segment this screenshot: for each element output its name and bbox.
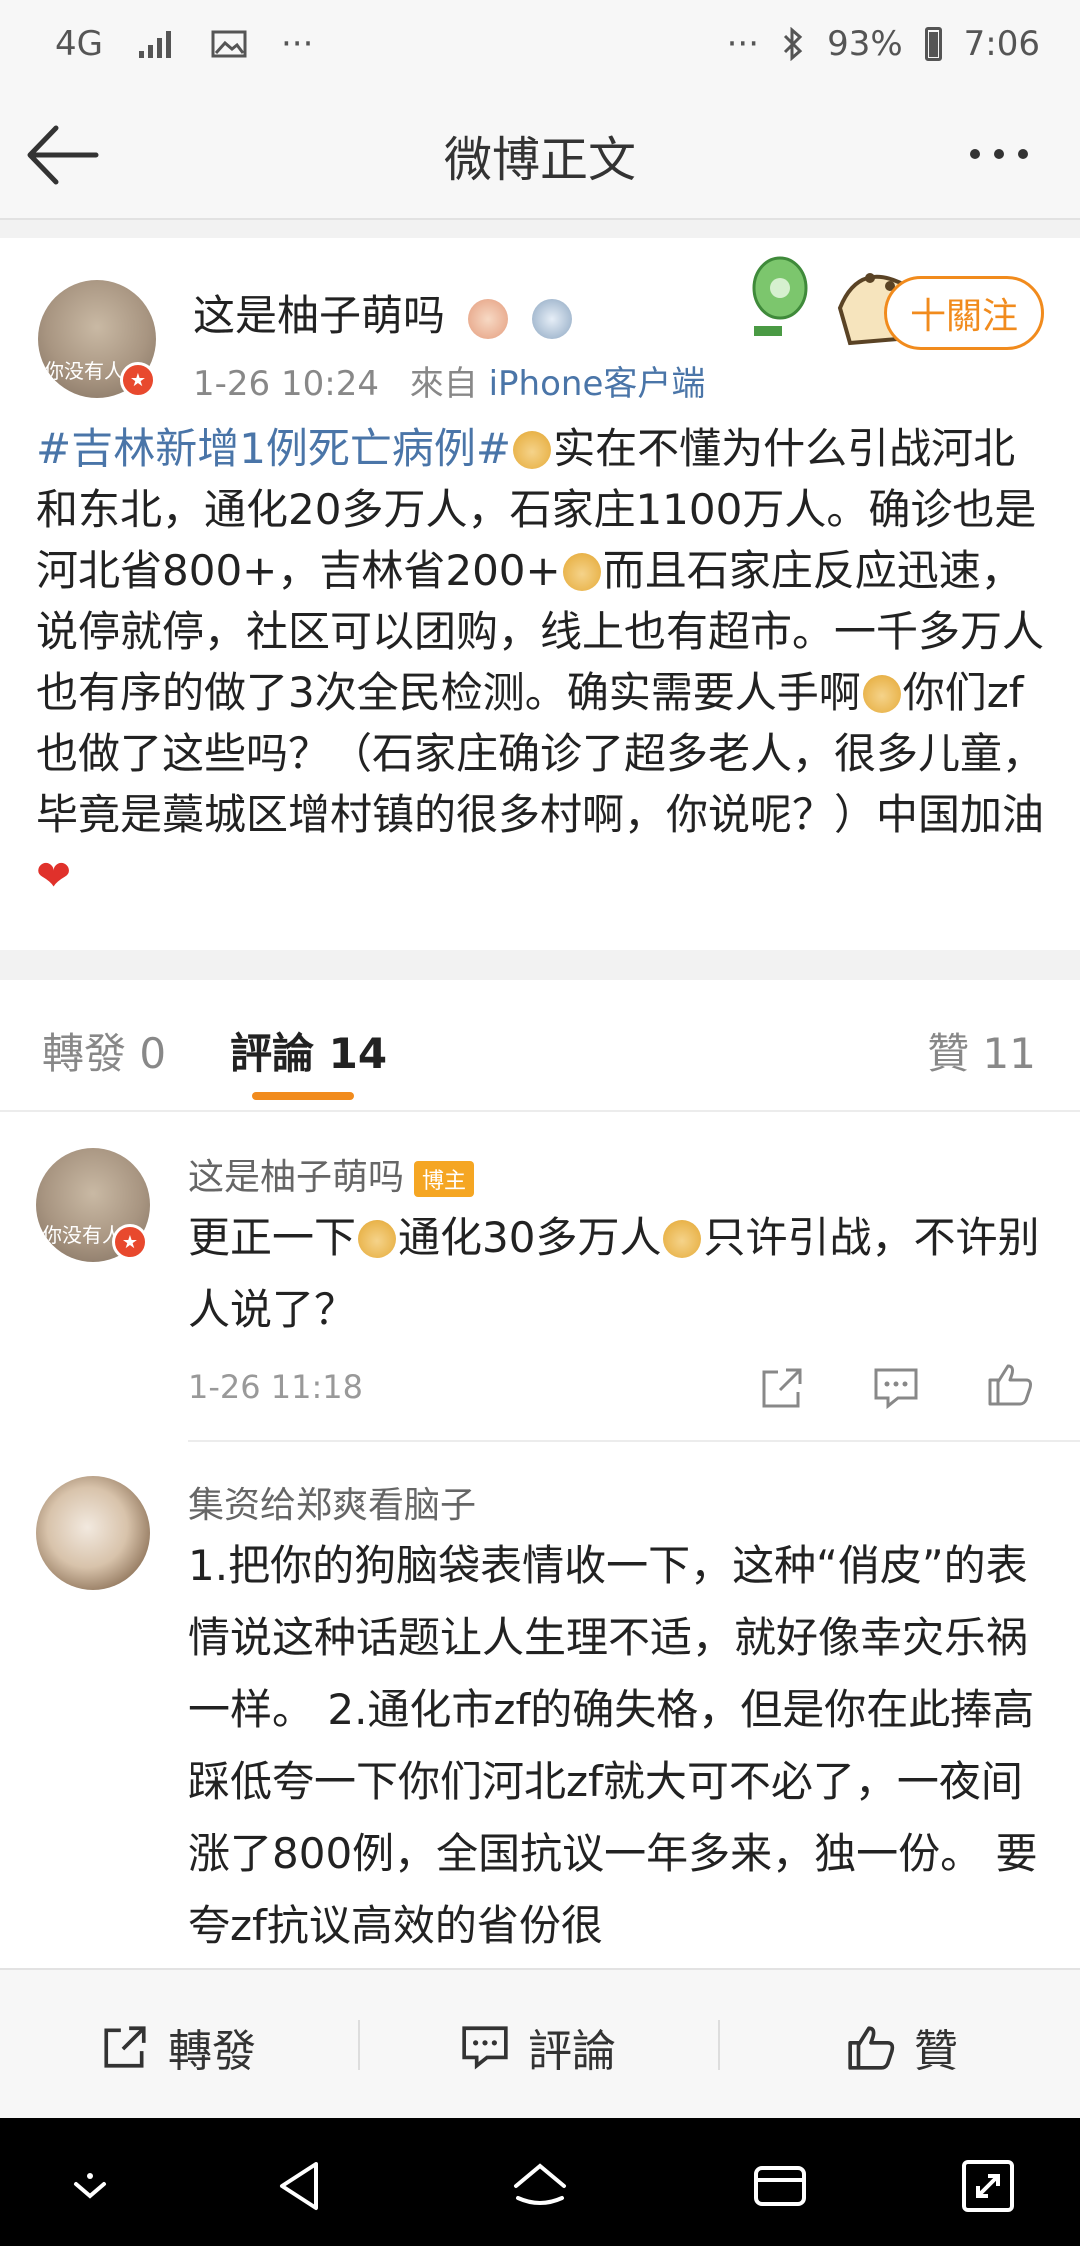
interaction-tabs: 轉發 0 評論 14 贊 11	[0, 980, 1080, 1112]
heart-icon: ❤	[36, 851, 72, 900]
battery-percent: 93%	[827, 24, 903, 64]
comment-text: 更正一下 通化30多万人 只许引战，不许别人说了？	[188, 1202, 1058, 1346]
status-bar: 4G ··· ··· 93% 7:06	[0, 0, 1080, 90]
doge-emoji-icon	[562, 553, 601, 591]
action-divider	[358, 2020, 360, 2070]
commenter-avatar[interactable]	[36, 1476, 150, 1590]
action-divider	[718, 2020, 720, 2070]
tab-like[interactable]: 贊 11	[927, 1020, 1036, 1081]
doge-emoji-icon	[663, 1220, 702, 1258]
source-link[interactable]: iPhone客户端	[489, 364, 706, 404]
repost-label: 轉發	[168, 2026, 256, 2077]
home-icon[interactable]	[510, 2156, 570, 2216]
comment-text-part: 通化30多万人	[398, 1213, 662, 1262]
follow-button[interactable]: 十關注	[884, 276, 1044, 350]
avatar-caption: 你没有人	[44, 359, 124, 383]
system-navigation-bar	[0, 2118, 1080, 2246]
image-icon	[211, 30, 247, 58]
battery-icon	[924, 27, 942, 61]
back-triangle-icon[interactable]	[270, 2156, 330, 2216]
chevron-down-icon[interactable]	[60, 2156, 120, 2216]
hashtag-link[interactable]: #吉林新增1例死亡病例#	[36, 424, 511, 473]
bottom-action-bar: 轉發 評論 贊	[0, 1968, 1080, 2120]
commenter-name[interactable]: 这是柚子萌吗 博主	[188, 1148, 475, 1200]
more-status-icon: ···	[726, 24, 760, 64]
network-indicator: 4G	[55, 24, 103, 64]
repost-button[interactable]: 轉發	[100, 2015, 256, 2079]
pig-emoji-icon	[468, 298, 509, 339]
comment-label: 評論	[528, 2026, 616, 2077]
comment-button[interactable]: 評論	[460, 2015, 616, 2079]
doge-emoji-icon	[358, 1220, 397, 1258]
bluetooth-icon	[784, 27, 803, 61]
more-options-button[interactable]	[970, 134, 1050, 174]
signal-icon	[138, 31, 171, 58]
dot-icon	[994, 149, 1004, 159]
medal-icon	[531, 298, 572, 339]
author-name[interactable]: 这是柚子萌吗	[193, 282, 572, 343]
share-icon	[104, 2026, 146, 2068]
post-card: 你没有人 ★ 这是柚子萌吗 1-26 10:24 來自 iPhone客户端 十關…	[0, 238, 1080, 950]
avatar-caption: 你没有人	[42, 1223, 122, 1247]
comment-list: 你没有人 ★ 这是柚子萌吗 博主 更正一下 通化30多万人 只许引战，不许别人说了？ …	[0, 1112, 1080, 1972]
page-title: 微博正文	[443, 132, 636, 188]
post-meta: 1-26 10:24 來自 iPhone客户端	[193, 356, 705, 405]
share-icon[interactable]	[758, 1364, 806, 1412]
comment-text: 1.把你的狗脑袋表情收一下，这种“俏皮”的表情说这种话题让人生理不适，就好像幸灾…	[188, 1541, 1038, 1950]
source-prefix: 來自	[409, 364, 478, 404]
comment-divider	[188, 1440, 1080, 1442]
dot-icon	[1018, 149, 1028, 159]
comment-text-part: 更正一下	[188, 1213, 357, 1262]
verified-badge-icon: ★	[120, 362, 156, 398]
verified-badge-icon: ★	[112, 1224, 148, 1260]
reply-icon[interactable]	[872, 1364, 920, 1412]
doge-emoji-icon	[513, 431, 552, 469]
thumbs-up-icon	[848, 2026, 895, 2070]
like-button[interactable]: 贊	[846, 2015, 958, 2079]
clock: 7:06	[963, 24, 1040, 64]
post-body: #吉林新增1例死亡病例# 实在不懂为什么引战河北和东北，通化20多万人，石家庄11…	[36, 418, 1046, 906]
thumbs-up-icon[interactable]	[986, 1360, 1034, 1408]
tab-repost[interactable]: 轉發 0	[42, 1020, 166, 1081]
commenter-name[interactable]: 集资给郑爽看脑子	[188, 1476, 476, 1528]
rotate-screen-icon[interactable]	[958, 2156, 1018, 2216]
author-name-text: 这是柚子萌吗	[193, 291, 446, 340]
comment-time: 1-26 11:18	[188, 1368, 364, 1406]
nav-bar: 微博正文	[0, 90, 1080, 220]
recents-icon[interactable]	[750, 2156, 810, 2216]
host-badge: 博主	[414, 1161, 475, 1197]
doge-emoji-icon	[862, 675, 901, 713]
dot-icon	[970, 149, 980, 159]
active-tab-indicator	[252, 1092, 354, 1100]
tab-comment[interactable]: 評論 14	[230, 1020, 387, 1081]
comment-icon	[462, 2026, 508, 2070]
commenter-name-text: 这是柚子萌吗	[188, 1157, 405, 1198]
like-label: 贊	[914, 2026, 958, 2077]
post-date: 1-26 10:24	[193, 364, 379, 404]
more-status-icon: ···	[280, 24, 314, 64]
